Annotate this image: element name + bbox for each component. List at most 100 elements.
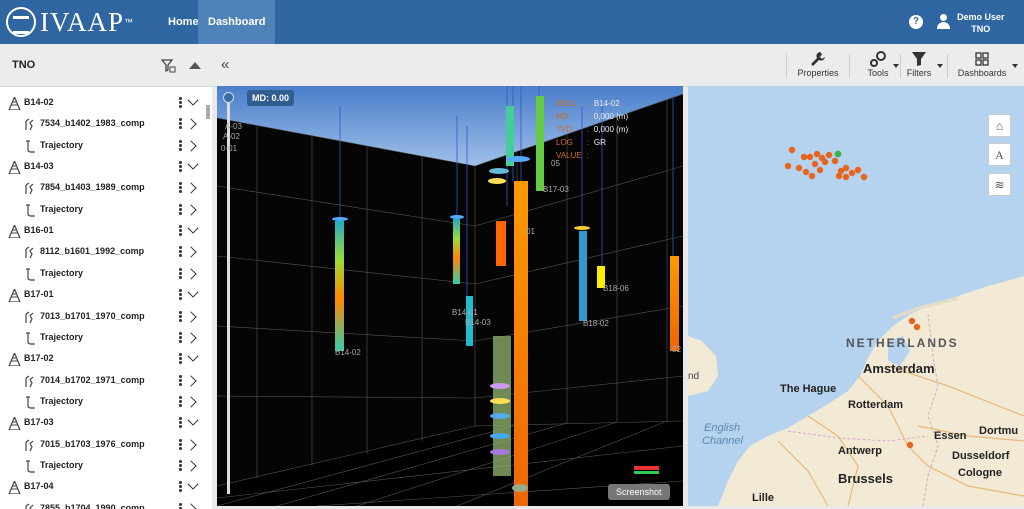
tree-trajectory-node[interactable]: Trajectory bbox=[0, 327, 212, 349]
tree-log-node[interactable]: 7014_b1702_1971_comp bbox=[0, 370, 212, 392]
chevron-right-icon[interactable] bbox=[185, 268, 197, 280]
more-options-icon[interactable] bbox=[179, 267, 182, 279]
more-options-icon[interactable] bbox=[179, 353, 182, 365]
well-marker[interactable] bbox=[860, 173, 868, 181]
tree-log-node[interactable]: 7015_b1703_1976_comp bbox=[0, 434, 212, 456]
more-options-icon[interactable] bbox=[179, 289, 182, 301]
filters-button[interactable]: Filters bbox=[905, 50, 943, 78]
collapse-up-icon[interactable] bbox=[189, 62, 201, 69]
tree-trajectory-node[interactable]: Trajectory bbox=[0, 199, 212, 221]
well-marker[interactable] bbox=[835, 172, 843, 180]
more-options-icon[interactable] bbox=[179, 481, 182, 493]
tree-log-node[interactable]: 8112_b1601_1992_comp bbox=[0, 241, 212, 263]
well-marker[interactable] bbox=[802, 168, 810, 176]
tree-trajectory-node[interactable]: Trajectory bbox=[0, 391, 212, 413]
chevron-right-icon[interactable] bbox=[185, 118, 197, 131]
chevron-down-icon[interactable] bbox=[187, 94, 199, 106]
tree-log-node[interactable]: 7534_b1402_1983_comp bbox=[0, 113, 212, 135]
tree-well-node[interactable]: B16-01 bbox=[0, 220, 212, 242]
tree-well-node[interactable]: B17-01 bbox=[0, 284, 212, 306]
chevron-down-icon[interactable] bbox=[187, 478, 199, 490]
map-panel[interactable]: ⌂ A ≋ NETHERLANDS Amsterdam The Hague Ro… bbox=[688, 86, 1024, 506]
chevron-right-icon[interactable] bbox=[185, 374, 197, 387]
well-marker[interactable] bbox=[784, 162, 792, 170]
tree-filter-icon[interactable] bbox=[161, 58, 176, 73]
well-marker[interactable] bbox=[788, 146, 796, 154]
more-options-icon[interactable] bbox=[179, 438, 182, 450]
more-options-icon[interactable] bbox=[179, 182, 182, 194]
user-icon[interactable] bbox=[936, 14, 950, 29]
chevron-right-icon[interactable] bbox=[185, 438, 197, 451]
map-layers-button[interactable]: ≋ bbox=[988, 173, 1011, 196]
more-options-icon[interactable] bbox=[179, 225, 182, 237]
well-marker[interactable] bbox=[842, 164, 850, 172]
well-marker[interactable] bbox=[811, 160, 819, 168]
screenshot-button[interactable]: Screenshot bbox=[608, 484, 670, 500]
more-options-icon[interactable] bbox=[179, 310, 182, 322]
tree-trajectory-node[interactable]: Trajectory bbox=[0, 455, 212, 477]
help-icon[interactable]: ? bbox=[909, 15, 923, 29]
well-marker[interactable] bbox=[813, 150, 821, 158]
chevron-down-icon[interactable] bbox=[187, 414, 199, 426]
md-slider-handle[interactable] bbox=[223, 92, 234, 103]
tree-log-node[interactable]: 7854_b1403_1989_comp bbox=[0, 177, 212, 199]
map-home-button[interactable]: ⌂ bbox=[988, 114, 1011, 137]
well-marker[interactable] bbox=[825, 151, 833, 159]
more-options-icon[interactable] bbox=[179, 502, 182, 509]
tree-log-node[interactable]: 7013_b1701_1970_comp bbox=[0, 306, 212, 328]
tree-well-node[interactable]: B14-03 bbox=[0, 156, 212, 178]
properties-button[interactable]: Properties bbox=[795, 50, 841, 78]
tree-trajectory-node[interactable]: Trajectory bbox=[0, 135, 212, 157]
well-marker[interactable] bbox=[795, 164, 803, 172]
tree-well-node[interactable]: B17-03 bbox=[0, 412, 212, 434]
chevron-right-icon[interactable] bbox=[185, 140, 197, 152]
dashboards-button[interactable]: Dashboards bbox=[955, 50, 1018, 78]
well-marker[interactable] bbox=[821, 158, 829, 166]
chevron-right-icon[interactable] bbox=[185, 396, 197, 408]
tree-well-node[interactable]: B17-04 bbox=[0, 476, 212, 498]
more-options-icon[interactable] bbox=[179, 161, 182, 173]
more-options-icon[interactable] bbox=[179, 118, 182, 130]
tools-button[interactable]: Tools bbox=[859, 50, 899, 78]
well-marker[interactable] bbox=[808, 172, 816, 180]
well-marker[interactable] bbox=[842, 173, 850, 181]
chevron-down-icon[interactable] bbox=[187, 286, 199, 298]
tree-well-node[interactable]: B17-02 bbox=[0, 348, 212, 370]
chevron-right-icon[interactable] bbox=[185, 460, 197, 472]
tree-log-node[interactable]: 7855_b1704_1990_comp bbox=[0, 498, 212, 509]
more-options-icon[interactable] bbox=[179, 97, 182, 108]
collapse-panel-icon[interactable]: « bbox=[221, 56, 229, 73]
md-slider-track[interactable] bbox=[227, 102, 230, 494]
more-options-icon[interactable] bbox=[179, 139, 182, 151]
map-labels-button[interactable]: A bbox=[988, 143, 1011, 166]
more-options-icon[interactable] bbox=[179, 459, 182, 471]
ivaap-logo[interactable]: IVAAP ™ bbox=[6, 6, 133, 38]
nav-dashboard[interactable]: Dashboard bbox=[198, 0, 276, 44]
chevron-right-icon[interactable] bbox=[185, 246, 197, 259]
sidebar-scrollbar[interactable] bbox=[206, 105, 210, 119]
chevron-right-icon[interactable] bbox=[185, 310, 197, 323]
selected-well-marker[interactable] bbox=[834, 150, 842, 158]
chevron-right-icon[interactable] bbox=[185, 182, 197, 195]
chevron-right-icon[interactable] bbox=[185, 204, 197, 216]
well-marker[interactable] bbox=[831, 157, 839, 165]
well-marker[interactable] bbox=[913, 323, 921, 331]
more-options-icon[interactable] bbox=[179, 395, 182, 407]
chevron-right-icon[interactable] bbox=[185, 332, 197, 344]
well-marker[interactable] bbox=[800, 153, 808, 161]
tree-trajectory-node[interactable]: Trajectory bbox=[0, 263, 212, 285]
more-options-icon[interactable] bbox=[179, 246, 182, 258]
chevron-down-icon[interactable] bbox=[187, 222, 199, 234]
more-options-icon[interactable] bbox=[179, 374, 182, 386]
more-options-icon[interactable] bbox=[179, 331, 182, 343]
well-3d-viewer[interactable]: MD: 0.00 A-03 A-02 0-01 B14-02 B14-01 B1… bbox=[217, 86, 683, 506]
more-options-icon[interactable] bbox=[179, 417, 182, 429]
well-marker[interactable] bbox=[906, 441, 914, 449]
well-marker[interactable] bbox=[908, 317, 916, 325]
tree-well-node[interactable]: B14-02 bbox=[0, 92, 212, 114]
well-marker[interactable] bbox=[806, 153, 814, 161]
more-options-icon[interactable] bbox=[179, 203, 182, 215]
well-marker[interactable] bbox=[854, 166, 862, 174]
well-marker[interactable] bbox=[816, 166, 824, 174]
chevron-down-icon[interactable] bbox=[187, 350, 199, 362]
